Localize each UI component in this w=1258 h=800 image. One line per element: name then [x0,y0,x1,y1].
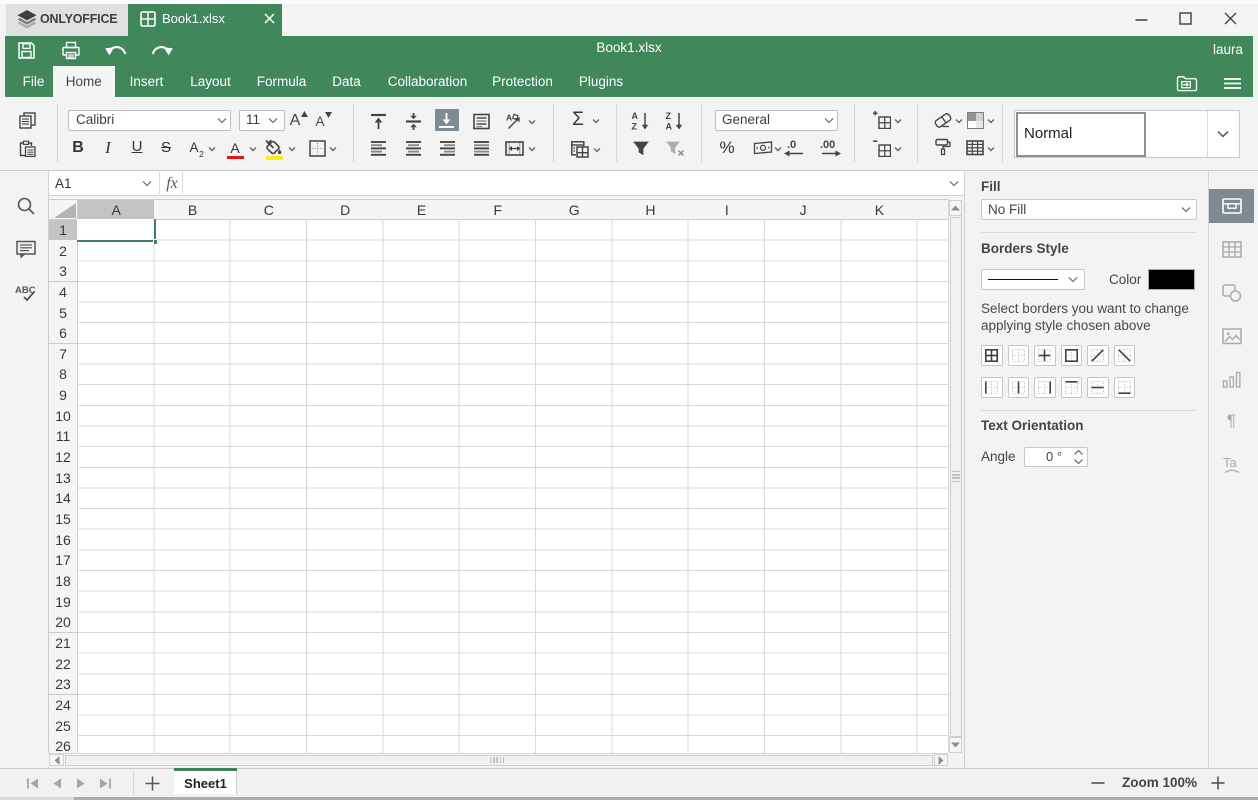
svg-text:A: A [632,111,639,121]
svg-text:Ta: Ta [1223,455,1238,470]
svg-text:Z: Z [666,111,672,121]
svg-text:.00: .00 [820,139,835,151]
svg-text:.0: .0 [787,139,796,151]
svg-text:Z: Z [632,121,638,130]
svg-text:A: A [666,121,673,130]
